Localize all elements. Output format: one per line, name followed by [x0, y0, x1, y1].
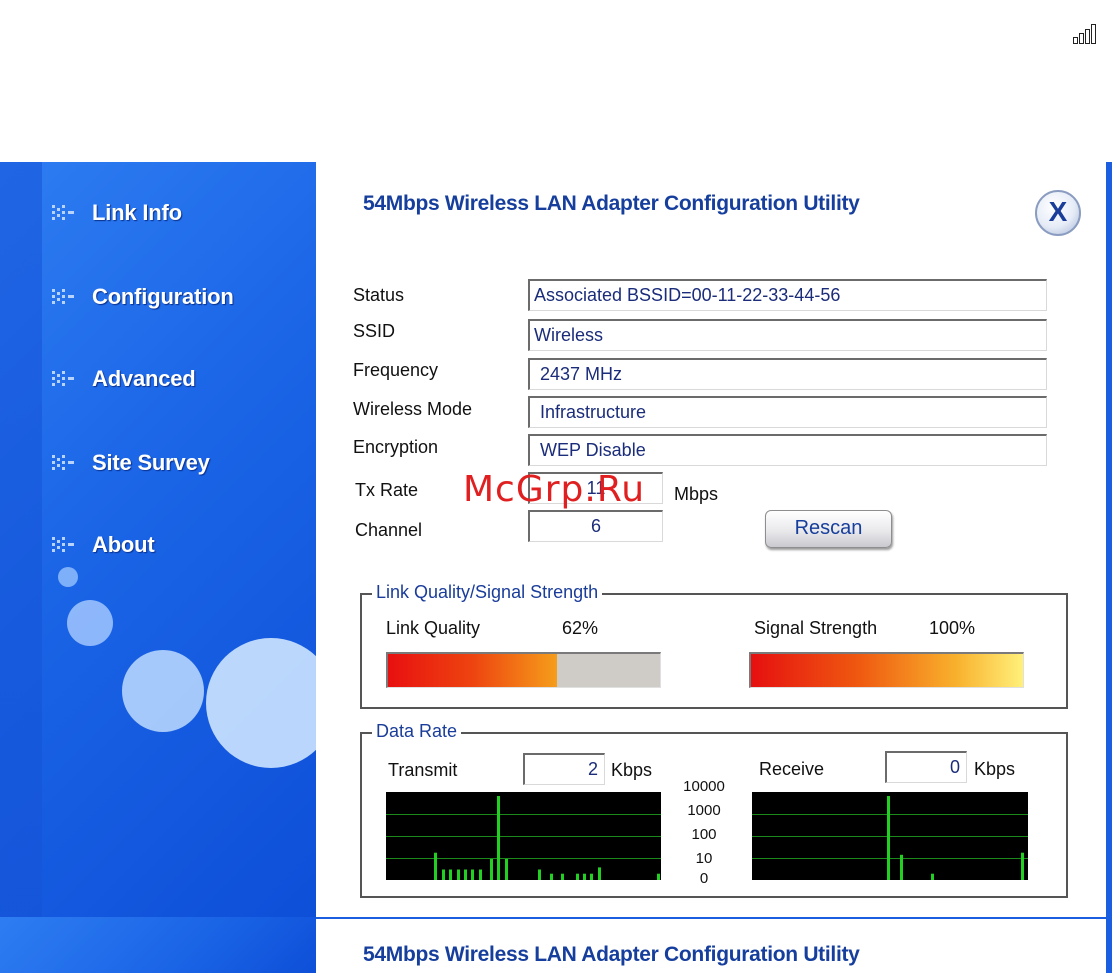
link-quality-group [360, 593, 1068, 709]
dotted-bullet-icon [52, 369, 80, 389]
traffic-bar [1021, 852, 1024, 880]
sidebar-item-advanced[interactable]: Advanced [52, 366, 196, 392]
sidebar-item-about[interactable]: About [52, 532, 155, 558]
link-quality-fill [388, 654, 557, 687]
traffic-bar [457, 869, 460, 880]
transmit-label: Transmit [388, 760, 458, 780]
scale-label-10000: 10000 [683, 778, 725, 795]
dotted-bullet-icon [52, 203, 80, 223]
data-rate-group-title: Data Rate [372, 721, 462, 742]
dotted-bullet-icon [52, 287, 80, 307]
signal-strength-fill [751, 654, 1023, 687]
link-info-panel: 54Mbps Wireless LAN Adapter Configuratio… [316, 162, 1112, 917]
dotted-bullet-icon [52, 535, 80, 555]
transmit-field: 2 [523, 753, 605, 785]
traffic-bar [931, 873, 934, 880]
sidebar-item-link-info[interactable]: Link Info [52, 200, 182, 226]
traffic-bar [449, 869, 452, 880]
sidebar-2 [0, 917, 316, 973]
dotted-bullet-icon [52, 453, 80, 473]
transmit-unit: Kbps [611, 760, 653, 780]
sidebar-item-label: Configuration [92, 284, 234, 309]
traffic-bar [550, 873, 553, 880]
config-utility-window-2: 54Mbps Wireless LAN Adapter Configuratio… [0, 917, 1112, 973]
window-title: 54Mbps Wireless LAN Adapter Configuratio… [363, 192, 860, 215]
config-utility-window: Link Info Configuration Advanced Site Su… [0, 162, 1112, 917]
receive-label: Receive [759, 759, 825, 779]
scale-label-10: 10 [695, 850, 713, 867]
wireless-mode-label: Wireless Mode [353, 399, 473, 419]
scale-label-1000: 1000 [687, 802, 721, 819]
signal-strength-bar [749, 652, 1024, 688]
frequency-label: Frequency [353, 360, 439, 380]
link-quality-bar [386, 652, 661, 688]
sidebar-item-label: About [92, 532, 155, 557]
traffic-bar [464, 869, 467, 880]
link-quality-value: 62% [562, 618, 599, 638]
traffic-bar [657, 873, 660, 880]
sidebar-item-label: Link Info [92, 200, 182, 225]
traffic-bar [900, 854, 903, 880]
traffic-bar [479, 869, 482, 880]
decorative-bubble [206, 638, 316, 768]
encryption-label: Encryption [353, 437, 439, 457]
ssid-label: SSID [353, 321, 396, 341]
decorative-bubble [58, 567, 78, 587]
status-field: Associated BSSID=00-11-22-33-44-56 [528, 279, 1047, 311]
receive-unit: Kbps [974, 759, 1016, 779]
traffic-bar [887, 796, 890, 880]
wireless-mode-field: Infrastructure [528, 396, 1047, 428]
traffic-bar [505, 859, 508, 880]
sidebar: Link Info Configuration Advanced Site Su… [0, 162, 316, 917]
decorative-bubble [122, 650, 204, 732]
scale-label-100: 100 [691, 826, 717, 843]
link-quality-label: Link Quality [386, 618, 481, 638]
sidebar-item-label: Site Survey [92, 450, 210, 475]
frequency-field: 2437 MHz [528, 358, 1047, 390]
status-label: Status [353, 285, 405, 305]
traffic-bar [598, 867, 601, 880]
tx-rate-label: Tx Rate [355, 480, 419, 500]
encryption-field: WEP Disable [528, 434, 1047, 466]
traffic-bar [434, 852, 437, 880]
transmit-graph [386, 792, 661, 880]
traffic-bar [561, 873, 564, 880]
decorative-bubble [67, 600, 113, 646]
scale-label-0: 0 [699, 870, 709, 887]
link-quality-group-title: Link Quality/Signal Strength [372, 582, 603, 603]
traffic-bar [497, 796, 500, 880]
sidebar-item-configuration[interactable]: Configuration [52, 284, 234, 310]
receive-field: 0 [885, 751, 967, 783]
sidebar-item-label: Advanced [92, 366, 196, 391]
channel-field: 6 [528, 510, 663, 542]
tx-rate-unit: Mbps [674, 484, 719, 504]
rescan-button[interactable]: Rescan [765, 510, 892, 548]
traffic-bar [442, 869, 445, 880]
traffic-bar [538, 869, 541, 880]
tx-rate-field: 11 [528, 472, 663, 504]
signal-strength-label: Signal Strength [754, 618, 878, 638]
traffic-bar [490, 859, 493, 880]
traffic-bar [471, 869, 474, 880]
close-x-icon[interactable]: X [1035, 190, 1081, 236]
traffic-bar [590, 873, 593, 880]
sidebar-stripe [0, 162, 42, 917]
signal-strength-icon[interactable] [1073, 24, 1103, 44]
receive-graph [752, 792, 1028, 880]
panel-2: 54Mbps Wireless LAN Adapter Configuratio… [316, 917, 1112, 973]
signal-strength-value: 100% [929, 618, 976, 638]
ssid-field: Wireless [528, 319, 1047, 351]
sidebar-item-site-survey[interactable]: Site Survey [52, 450, 210, 476]
channel-label: Channel [355, 520, 423, 540]
traffic-bar [583, 873, 586, 880]
window-title-2: 54Mbps Wireless LAN Adapter Configuratio… [363, 943, 860, 966]
traffic-bar [576, 873, 579, 880]
